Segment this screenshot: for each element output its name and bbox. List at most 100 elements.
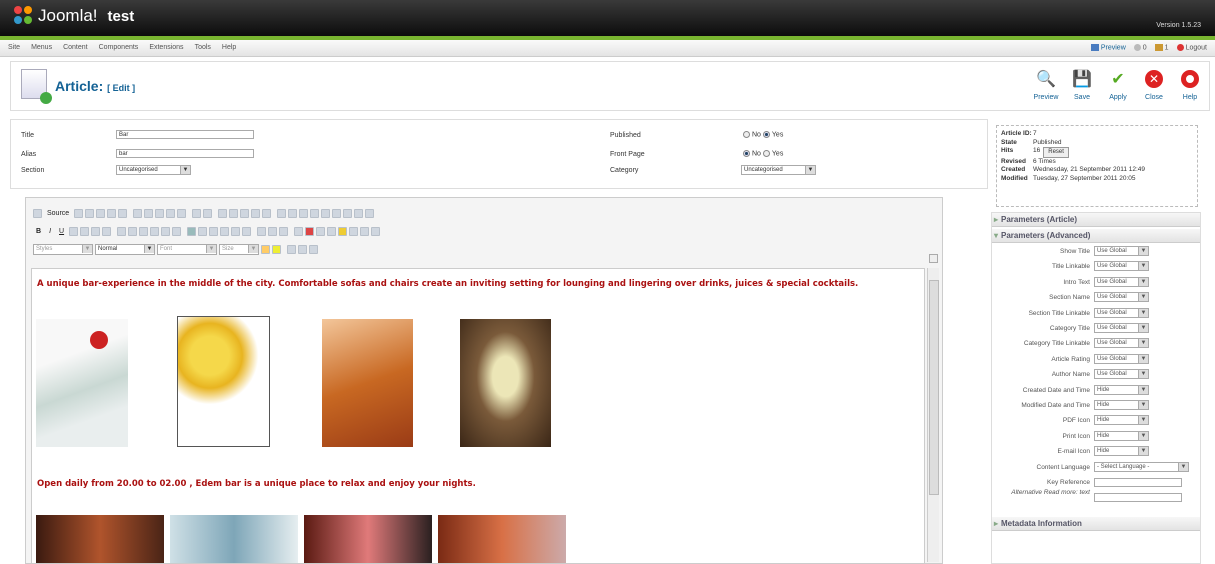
show-blocks-icon[interactable] <box>298 244 307 254</box>
spellcheck-icon[interactable] <box>251 208 261 218</box>
reset-hits-button[interactable]: Reset <box>1043 147 1069 158</box>
image-button-icon[interactable] <box>354 208 364 218</box>
source-button[interactable]: Source <box>47 210 69 217</box>
menu-tools[interactable]: Tools <box>195 44 211 51</box>
link-icon[interactable] <box>257 226 267 236</box>
parameter-select[interactable]: Hide ▼ <box>1094 415 1149 426</box>
parameter-select[interactable]: Use Global ▼ <box>1094 353 1149 364</box>
bullet-list-icon[interactable] <box>128 226 138 236</box>
parameter-select[interactable]: Use Global ▼ <box>1094 261 1149 272</box>
remove-format-icon[interactable] <box>102 226 112 236</box>
save-doc-icon[interactable] <box>74 208 84 218</box>
parameter-select[interactable]: Hide ▼ <box>1094 430 1149 441</box>
parameter-select[interactable]: Use Global ▼ <box>1094 338 1149 349</box>
flash-icon[interactable] <box>305 226 315 236</box>
parameter-select[interactable]: Use Global ▼ <box>1094 246 1149 256</box>
superscript-icon[interactable] <box>91 226 101 236</box>
preview-link[interactable]: Preview <box>1090 44 1126 51</box>
parameter-select[interactable]: Hide ▼ <box>1094 400 1149 410</box>
editor-content[interactable]: A unique bar-experience in the middle of… <box>31 268 925 564</box>
parameter-select[interactable]: Hide ▼ <box>1094 384 1149 395</box>
textarea-icon[interactable] <box>321 208 331 218</box>
templates-icon[interactable] <box>118 208 128 218</box>
scayt-icon[interactable] <box>262 208 272 218</box>
alias-input[interactable]: bar <box>116 149 254 158</box>
format-select[interactable]: Normal ▼ <box>95 243 155 255</box>
print-icon[interactable] <box>107 208 117 218</box>
checkbox-icon[interactable] <box>288 208 298 218</box>
redo-icon[interactable] <box>203 208 213 218</box>
unlink-icon[interactable] <box>268 226 278 236</box>
collapse-toolbar-icon[interactable] <box>929 254 938 263</box>
styles-select[interactable]: Styles ▼ <box>33 243 93 255</box>
pagebreak-icon[interactable] <box>360 226 370 236</box>
find-icon[interactable] <box>218 208 228 218</box>
parameter-select[interactable]: Use Global ▼ <box>1094 307 1149 318</box>
table-icon[interactable] <box>316 226 326 236</box>
parameter-input[interactable] <box>1094 493 1182 503</box>
select-field-icon[interactable] <box>332 208 342 218</box>
editor-scrollbar[interactable] <box>927 268 939 562</box>
cut-icon[interactable] <box>133 208 143 218</box>
numbered-list-icon[interactable] <box>117 226 127 236</box>
align-left-icon[interactable] <box>187 226 197 236</box>
section-select[interactable]: Uncategorised ▼ <box>116 165 191 175</box>
new-page-icon[interactable] <box>85 208 95 218</box>
div-icon[interactable] <box>172 226 182 236</box>
hr-icon[interactable] <box>327 226 337 236</box>
smiley-icon[interactable] <box>338 226 348 236</box>
underline-icon[interactable]: U <box>59 228 64 235</box>
menu-content[interactable]: Content <box>63 44 88 51</box>
menu-menus[interactable]: Menus <box>31 44 52 51</box>
title-input[interactable]: Bar <box>116 130 254 139</box>
italic-icon[interactable]: I <box>49 228 51 235</box>
copy-icon[interactable] <box>144 208 154 218</box>
scrollbar-thumb[interactable] <box>929 280 939 495</box>
bold-icon[interactable]: B <box>36 228 41 235</box>
select-all-icon[interactable] <box>240 208 250 218</box>
preview-doc-icon[interactable] <box>96 208 106 218</box>
parameter-select[interactable]: Hide ▼ <box>1094 446 1149 457</box>
align-right-icon[interactable] <box>209 226 219 236</box>
messages-count[interactable]: 0 <box>1133 44 1147 51</box>
image-icon[interactable] <box>294 226 304 236</box>
text-color-icon[interactable] <box>261 244 270 254</box>
menu-help[interactable]: Help <box>222 44 236 51</box>
rtl-icon[interactable] <box>242 226 252 236</box>
about-icon[interactable] <box>309 244 318 254</box>
published-no-radio[interactable] <box>743 131 750 138</box>
lemonade-image[interactable] <box>177 316 270 447</box>
font-select[interactable]: Font ▼ <box>157 243 217 255</box>
metadata-header[interactable]: ▸ Metadata Information <box>992 517 1200 531</box>
menu-extensions[interactable]: Extensions <box>149 44 183 51</box>
paste-word-icon[interactable] <box>177 208 187 218</box>
parameter-select[interactable]: Use Global ▼ <box>1094 292 1149 303</box>
users-count[interactable]: 1 <box>1154 44 1169 51</box>
save-button[interactable]: 💾 Save <box>1067 68 1097 101</box>
category-select[interactable]: Uncategorised ▼ <box>741 165 816 175</box>
parameters-advanced-header[interactable]: ▾ Parameters (Advanced) <box>992 229 1200 243</box>
indent-icon[interactable] <box>150 226 160 236</box>
parameter-select[interactable]: Use Global ▼ <box>1094 276 1149 287</box>
close-button[interactable]: ✕ Close <box>1139 68 1169 101</box>
parameter-select[interactable]: Use Global ▼ <box>1094 323 1149 333</box>
ltr-icon[interactable] <box>231 226 241 236</box>
button-field-icon[interactable] <box>343 208 353 218</box>
frontpage-no-radio[interactable] <box>743 150 750 157</box>
menu-site[interactable]: Site <box>8 44 20 51</box>
outdent-icon[interactable] <box>139 226 149 236</box>
anchor-icon[interactable] <box>279 226 289 236</box>
subscript-icon[interactable] <box>80 226 90 236</box>
parameter-select[interactable]: Use Global ▼ <box>1094 369 1149 380</box>
iframe-icon[interactable] <box>371 226 381 236</box>
paste-text-icon[interactable] <box>166 208 176 218</box>
published-yes-radio[interactable] <box>762 131 770 138</box>
frontpage-yes-radio[interactable] <box>762 150 770 157</box>
logout-link[interactable]: Logout <box>1176 44 1207 51</box>
textfield-icon[interactable] <box>310 208 320 218</box>
parameters-article-header[interactable]: ▸ Parameters (Article) <box>992 213 1200 227</box>
apply-button[interactable]: ✔ Apply <box>1103 68 1133 101</box>
special-char-icon[interactable] <box>349 226 359 236</box>
justify-icon[interactable] <box>220 226 230 236</box>
preview-button[interactable]: 🔍 Preview <box>1031 68 1061 101</box>
